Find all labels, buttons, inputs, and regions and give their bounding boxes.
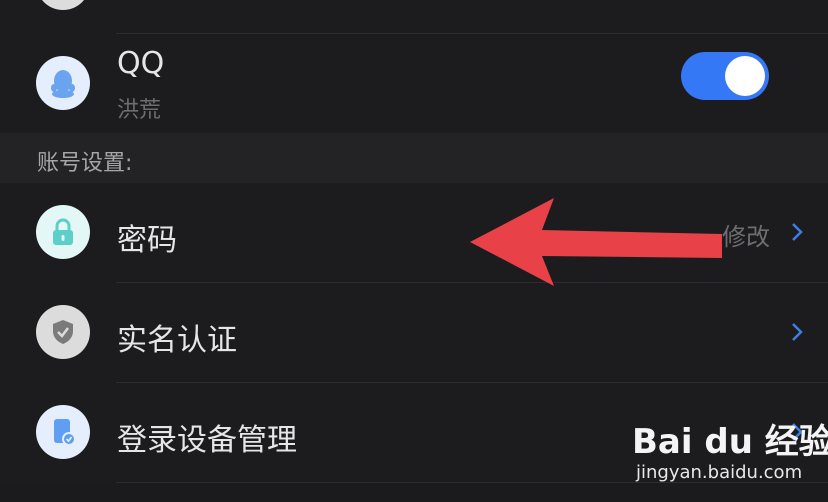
- watermark-logo-text: Bai du 经验: [632, 422, 828, 462]
- lock-icon: [53, 218, 73, 245]
- avatar: [36, 0, 90, 10]
- section-header: 账号设置:: [0, 133, 828, 183]
- device-icon: [54, 419, 76, 446]
- qq-subtitle: 洪荒: [117, 98, 162, 123]
- toggle-knob: [725, 56, 765, 96]
- shield-check-icon: [53, 320, 73, 344]
- qq-account-row[interactable]: QQ 洪荒: [0, 34, 828, 133]
- previous-account-row[interactable]: [0, 0, 828, 33]
- password-label: 密码: [117, 223, 177, 258]
- real-name-row[interactable]: 实名认证: [0, 283, 828, 382]
- chevron-right-icon: [792, 323, 803, 341]
- password-avatar: [36, 205, 90, 259]
- qq-toggle[interactable]: [681, 52, 769, 100]
- password-edit-label[interactable]: 修改: [722, 217, 770, 252]
- watermark-url: jingyan.baidu.com: [636, 462, 803, 483]
- real-name-avatar: [36, 305, 90, 359]
- real-name-label: 实名认证: [117, 323, 237, 358]
- device-avatar: [36, 405, 90, 459]
- section-label: 账号设置:: [37, 151, 133, 176]
- qq-avatar: [36, 56, 90, 110]
- qq-penguin-icon: [51, 70, 75, 98]
- qq-title: QQ: [117, 46, 165, 81]
- baidu-jingyan-watermark: Bai du 经验 jingyan.baidu.com: [632, 410, 828, 490]
- annotation-arrow: [470, 198, 722, 286]
- device-management-label: 登录设备管理: [117, 423, 297, 458]
- chevron-right-icon: [792, 223, 803, 241]
